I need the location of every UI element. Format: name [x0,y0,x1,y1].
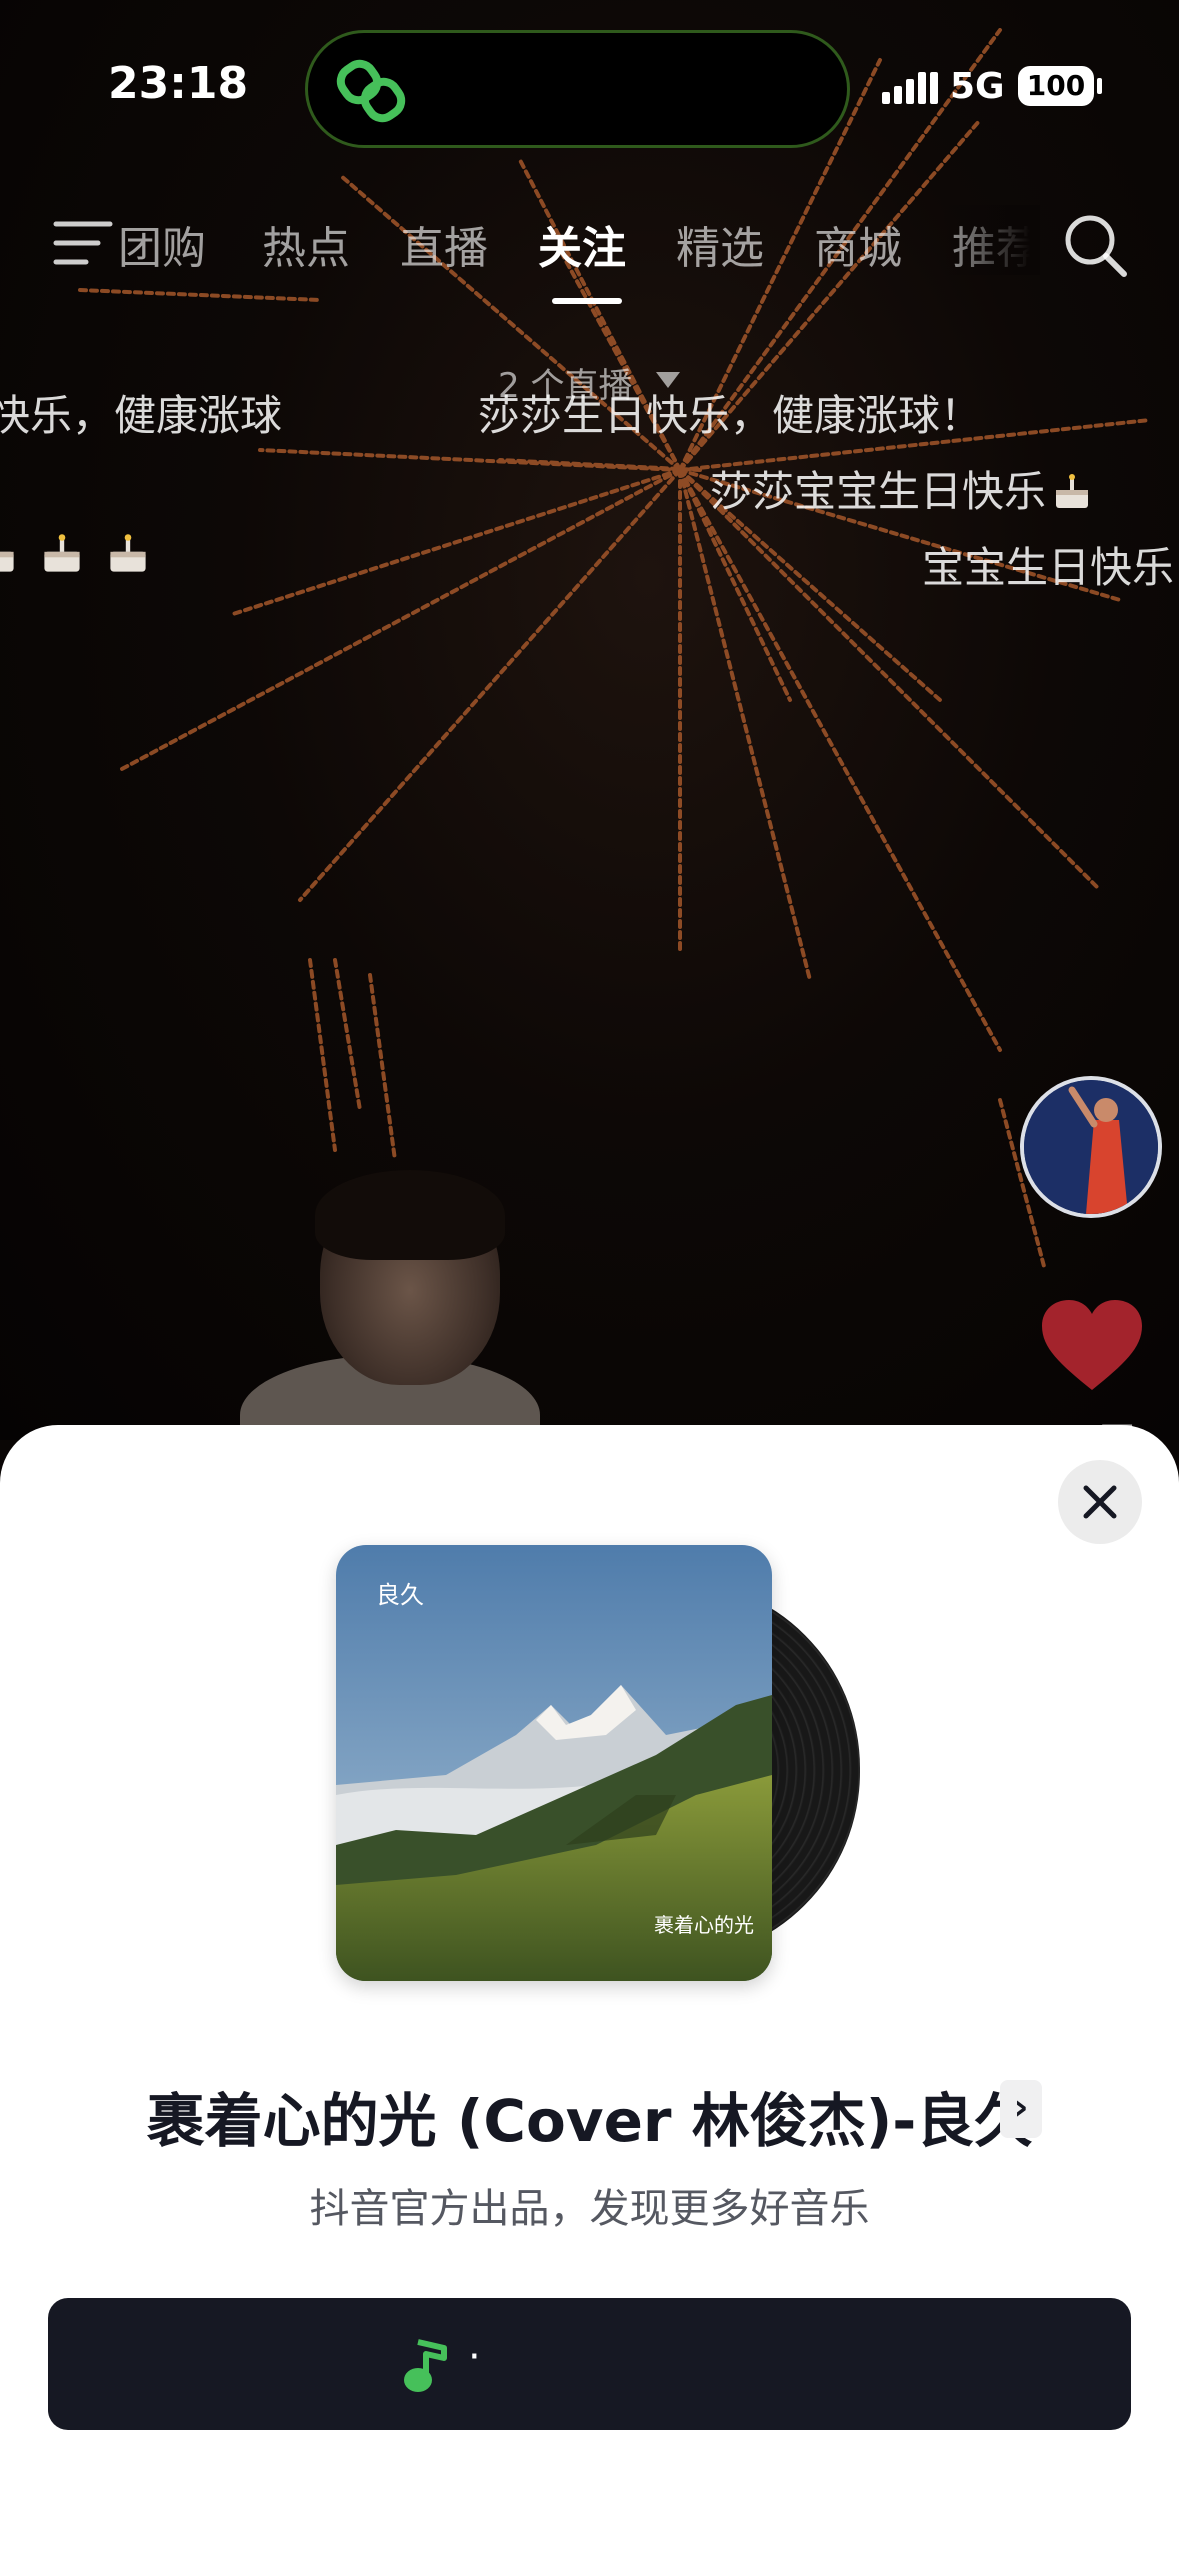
cover-caption: 裹着心的光 [654,1913,754,1937]
person-hair [315,1170,505,1260]
cake-icon [1056,474,1089,508]
open-music-app-button[interactable]: · [48,2298,1131,2430]
active-tab-indicator [552,298,622,304]
song-subtitle: 抖音官方出品，发现更多好音乐 [309,2186,870,2232]
close-icon [1083,1485,1117,1519]
cake-icon [0,551,14,572]
cake-icon [110,534,146,572]
music-note-icon [404,2339,447,2392]
album-cover[interactable]: 良久 裹着心的光 [336,1545,772,1981]
tab-featured[interactable]: 精选 [676,212,764,276]
heart-icon[interactable] [1040,1298,1144,1394]
tab-hot[interactable]: 热点 [262,212,350,276]
danmaku-comment: 莎莎宝宝生日快乐 [710,458,1092,519]
nav-fade [940,205,1040,275]
danmaku-text: 莎莎宝宝生日快乐 [710,467,1047,516]
status-time: 23:18 [108,58,249,109]
danmaku-comment: 莎莎生日快乐，健康涨球！ [478,391,983,440]
danmaku-comment: 快乐，健康涨球 [0,391,283,440]
cake-icon [44,534,80,572]
avatar-image [1024,1080,1158,1214]
link-icon [336,59,406,123]
menu-icon[interactable] [52,218,114,268]
chevron-right-icon[interactable]: › [1000,2080,1042,2138]
creator-avatar[interactable] [1020,1076,1162,1218]
battery-indicator: 100 [1018,66,1094,106]
dynamic-island[interactable] [305,30,850,148]
signal-icon [882,72,938,104]
cover-title: 良久 [376,1581,424,1609]
search-icon[interactable] [1062,212,1130,280]
tab-mall[interactable]: 商城 [814,212,902,276]
battery-nub [1097,78,1102,94]
screen: 23:18 5G 100 团购 热点 直播 关注 精选 商城 推荐 [0,0,1179,2556]
danmaku-comment: 宝宝生日快乐 [922,543,1175,592]
open-music-app-label: · [468,2334,481,2380]
cake-emoji-row [0,532,172,576]
network-label: 5G [950,66,1005,107]
tab-live[interactable]: 直播 [400,212,488,276]
close-button[interactable] [1058,1460,1142,1544]
tab-group-buy[interactable]: 团购 [118,212,206,276]
tab-following[interactable]: 关注 [538,212,626,276]
